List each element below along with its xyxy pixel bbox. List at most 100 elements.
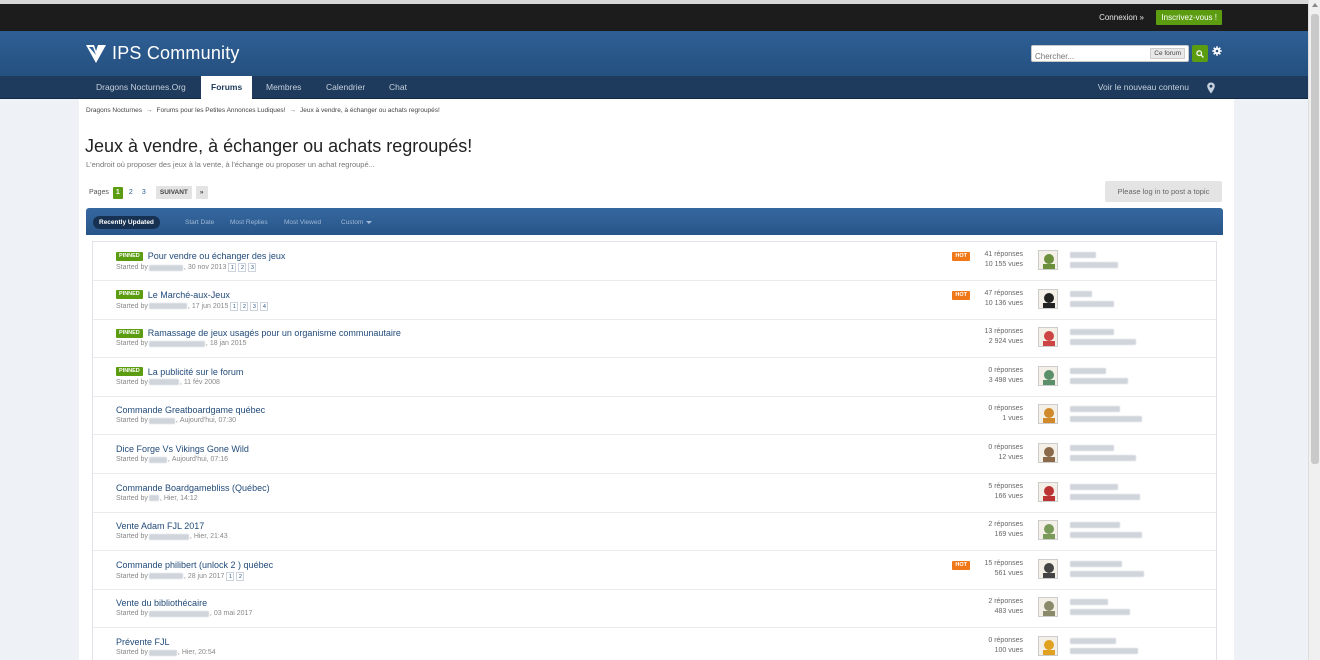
last-poster-name[interactable] [1070, 406, 1120, 413]
topic-row[interactable]: Vente Adam FJL 2017 Started by, Hier, 21:… [93, 512, 1216, 552]
topic-title-link[interactable]: Vente du bibliothécaire [116, 598, 207, 608]
filter-start-date[interactable]: Start Date [179, 216, 220, 229]
topic-page-link[interactable]: 1 [226, 571, 235, 581]
page-3[interactable]: 3 [139, 187, 149, 199]
search-field[interactable]: Ce forum [1031, 45, 1189, 64]
filter-recently-updated[interactable]: Recently Updated [93, 216, 160, 229]
last-poster-name[interactable] [1070, 329, 1114, 336]
topic-row[interactable]: Dice Forge Vs Vikings Gone Wild Started b… [93, 435, 1216, 474]
last-poster-name[interactable] [1070, 290, 1092, 297]
last-poster-avatar[interactable] [1038, 636, 1058, 656]
location-pin-icon[interactable] [1206, 82, 1216, 94]
author-name[interactable] [148, 533, 189, 540]
topic-page-link[interactable]: 2 [240, 301, 249, 311]
filter-custom[interactable]: Custom [335, 216, 378, 229]
last-poster-name[interactable] [1070, 599, 1108, 606]
topic-title-link[interactable]: Le Marché-aux-Jeux [148, 290, 230, 300]
topic-page-link[interactable]: 3 [250, 301, 259, 311]
topic-title-link[interactable]: Pour vendre ou échanger des jeux [148, 251, 286, 261]
topic-stats: 0 réponses 3 498 vues [988, 366, 1023, 386]
next-page-button[interactable]: SUIVANT [155, 186, 192, 199]
last-poster-avatar[interactable] [1038, 443, 1058, 463]
tab-forums[interactable]: Forums [201, 76, 253, 100]
last-poster-avatar[interactable] [1038, 597, 1058, 618]
topic-stats: 41 réponses 10 155 vues [984, 250, 1023, 270]
last-poster-name[interactable] [1070, 560, 1122, 567]
topic-row[interactable]: PINNED Ramassage de jeux usagés pour un o… [93, 319, 1216, 359]
login-link[interactable]: Connexion » [1099, 13, 1144, 22]
page-1[interactable]: 1 [112, 186, 123, 199]
last-poster-name[interactable] [1070, 522, 1120, 529]
author-name[interactable] [148, 610, 209, 617]
topic-title-link[interactable]: Vente Adam FJL 2017 [116, 521, 204, 531]
last-poster-name[interactable] [1070, 445, 1114, 451]
topic-row[interactable]: Prévente FJL Started by, Hier, 20:54 0 rép… [93, 628, 1216, 660]
new-content-link[interactable]: Voir le nouveau contenu [1092, 76, 1195, 99]
last-poster-name[interactable] [1070, 252, 1096, 258]
topic-title-link[interactable]: Ramassage de jeux usagés pour un organis… [148, 328, 401, 338]
topic-title-link[interactable]: Dice Forge Vs Vikings Gone Wild [116, 444, 249, 454]
topic-row[interactable]: Commande Greatboardgame québec Started by… [93, 396, 1216, 436]
page-2[interactable]: 2 [126, 187, 136, 199]
topic-row[interactable]: Commande Boardgamebliss (Québec) Started … [93, 474, 1216, 513]
last-poster-avatar[interactable] [1038, 288, 1058, 309]
site-logo[interactable]: IPS Community [86, 43, 240, 64]
topic-title-link[interactable]: La publicité sur le forum [148, 367, 244, 377]
scroll-up-arrow-icon[interactable] [1312, 3, 1318, 7]
topic-row[interactable]: PINNED La publicité sur le forum Started b… [93, 358, 1216, 397]
breadcrumb-item[interactable]: Dragons Nocturnes [86, 107, 142, 114]
author-name[interactable] [148, 379, 179, 386]
topic-row[interactable]: Commande philibert (unlock 2 ) québec Sta… [93, 551, 1216, 590]
login-to-post-button[interactable]: Please log in to post a topic [1105, 181, 1222, 202]
last-page-button[interactable]: » [195, 186, 208, 199]
topic-page-link[interactable]: 2 [238, 263, 247, 272]
search-options-gear-icon[interactable] [1212, 46, 1224, 60]
topic-row[interactable]: PINNED Pour vendre ou échanger des jeux St… [93, 242, 1216, 281]
tab-calendrier[interactable]: Calendrier [316, 76, 375, 99]
topic-row[interactable]: Vente du bibliothécaire Started by, 03 ma… [93, 589, 1216, 629]
topic-title-link[interactable]: Commande Boardgamebliss (Québec) [116, 483, 270, 493]
last-poster-avatar[interactable] [1038, 558, 1058, 579]
topic-start-date: Hier, 20:54 [181, 649, 216, 656]
topic-title-link[interactable]: Commande Greatboardgame québec [116, 405, 265, 415]
filter-most-replies[interactable]: Most Replies [224, 216, 274, 229]
last-poster-name[interactable] [1070, 483, 1118, 490]
last-poster-name[interactable] [1070, 367, 1106, 374]
view-count: 483 vues [994, 608, 1023, 616]
topic-title-link[interactable]: Prévente FJL [116, 637, 170, 647]
page-scrollbar[interactable] [1308, 0, 1320, 660]
author-name[interactable] [148, 264, 183, 271]
breadcrumb-item[interactable]: Jeux à vendre, à échanger ou achats regr… [300, 107, 440, 114]
topic-page-link[interactable]: 3 [248, 263, 257, 272]
author-name[interactable] [148, 456, 167, 463]
author-name[interactable] [148, 649, 177, 656]
topic-page-link[interactable]: 4 [260, 301, 269, 311]
author-name[interactable] [148, 340, 205, 347]
topic-page-link[interactable]: 2 [236, 571, 245, 581]
last-poster-avatar[interactable] [1038, 327, 1058, 348]
author-name[interactable] [148, 303, 187, 310]
breadcrumb-item[interactable]: Forums pour les Petites Annonces Ludique… [157, 107, 286, 114]
author-name[interactable] [148, 417, 175, 424]
last-poster-avatar[interactable] [1038, 520, 1058, 541]
topic-row[interactable]: PINNED Le Marché-aux-Jeux Started by, 17 j… [93, 281, 1216, 320]
filter-most-viewed[interactable]: Most Viewed [278, 216, 327, 229]
search-scope-button[interactable]: Ce forum [1150, 48, 1185, 59]
last-poster-avatar[interactable] [1038, 250, 1058, 270]
author-name[interactable] [148, 495, 159, 502]
last-poster-name[interactable] [1070, 638, 1116, 644]
search-button[interactable] [1192, 45, 1208, 62]
register-button[interactable]: Inscrivez-vous ! [1156, 10, 1222, 25]
author-name[interactable] [148, 573, 183, 580]
topic-page-link[interactable]: 1 [230, 301, 239, 311]
last-poster-avatar[interactable] [1038, 365, 1058, 386]
topic-page-link[interactable]: 1 [228, 263, 237, 272]
tab-chat[interactable]: Chat [379, 76, 417, 99]
search-input[interactable] [1032, 49, 1142, 64]
last-poster-avatar[interactable] [1038, 481, 1058, 502]
tab-dragons-nocturnes[interactable]: Dragons Nocturnes.Org [86, 76, 196, 99]
last-poster-avatar[interactable] [1038, 404, 1058, 425]
tab-membres[interactable]: Membres [256, 76, 311, 99]
topic-title-link[interactable]: Commande philibert (unlock 2 ) québec [116, 560, 273, 570]
scrollbar-thumb[interactable] [1311, 14, 1319, 464]
